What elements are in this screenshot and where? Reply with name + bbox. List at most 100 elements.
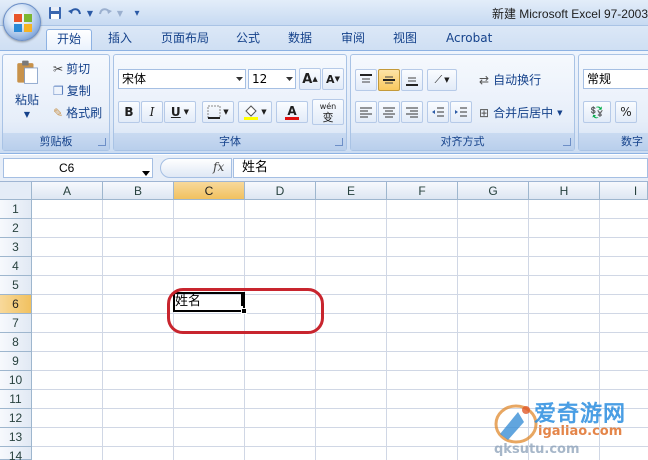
- align-right-icon: [406, 107, 418, 118]
- row-header-12[interactable]: 12: [0, 409, 32, 428]
- alignment-group-label: 对齐方式: [351, 133, 574, 150]
- row-header-8[interactable]: 8: [0, 333, 32, 352]
- fx-icon[interactable]: fx: [213, 160, 224, 174]
- font-name-dropdown-icon[interactable]: [233, 70, 245, 88]
- format-painter-button[interactable]: ✎ 格式刷: [53, 104, 102, 121]
- paste-dropdown-icon[interactable]: ▼: [24, 110, 30, 119]
- font-name-combo[interactable]: 宋体: [118, 69, 246, 89]
- orientation-dropdown-icon: ▼: [444, 76, 450, 84]
- grow-font-button[interactable]: A ▲: [299, 68, 321, 90]
- row-header-1[interactable]: 1: [0, 200, 32, 219]
- column-header-c[interactable]: C: [174, 182, 245, 200]
- align-top-button[interactable]: [355, 69, 377, 91]
- align-left-icon: [360, 107, 372, 118]
- italic-button[interactable]: I: [141, 101, 163, 123]
- redo-dropdown-icon[interactable]: ▼: [116, 4, 124, 22]
- clipboard-group: 粘贴 ▼ ✂ 剪切 ❐ 复制 ✎ 格式刷 剪贴板: [2, 54, 110, 151]
- row-header-11[interactable]: 11: [0, 390, 32, 409]
- fill-color-dropdown-icon: ▼: [261, 108, 267, 116]
- tab-view[interactable]: 视图: [383, 29, 427, 50]
- phonetic-button[interactable]: wén 变: [312, 99, 344, 125]
- number-group-label: 数字: [579, 133, 648, 150]
- select-all-corner[interactable]: [0, 182, 32, 200]
- accounting-format-button[interactable]: 💱: [583, 101, 611, 123]
- row-header-2[interactable]: 2: [0, 219, 32, 238]
- row-header-9[interactable]: 9: [0, 352, 32, 371]
- decrease-indent-button[interactable]: [427, 101, 449, 123]
- save-icon[interactable]: [46, 4, 64, 22]
- increase-indent-button[interactable]: [450, 101, 472, 123]
- number-format-value: 常规: [587, 72, 612, 86]
- office-button[interactable]: [3, 3, 41, 41]
- underline-button[interactable]: U ▼: [164, 101, 196, 123]
- wrap-text-label: 自动换行: [493, 73, 542, 87]
- tab-formulas[interactable]: 公式: [226, 29, 270, 50]
- wrap-text-button[interactable]: ⇄ 自动换行: [479, 71, 541, 88]
- redo-icon[interactable]: [94, 4, 116, 22]
- font-group: 宋体 12 A ▲ A ▼ B I U ▼ ▼ ▼ A wén 变 字体: [113, 54, 347, 151]
- orientation-button[interactable]: ⟋ ▼: [427, 69, 457, 91]
- fill-color-button[interactable]: ▼: [238, 101, 272, 123]
- font-color-swatch: [285, 116, 299, 120]
- merge-center-dropdown-icon[interactable]: ▼: [557, 109, 562, 117]
- row-header-14[interactable]: 14: [0, 447, 32, 460]
- row-header-3[interactable]: 3: [0, 238, 32, 257]
- align-center-icon: [383, 107, 395, 118]
- clipboard-launcher-icon[interactable]: [98, 138, 106, 146]
- row-header-13[interactable]: 13: [0, 428, 32, 447]
- column-header-e[interactable]: E: [316, 182, 387, 200]
- column-header-b[interactable]: B: [103, 182, 174, 200]
- merge-center-label: 合并后居中: [493, 106, 554, 120]
- font-size-combo[interactable]: 12: [248, 69, 296, 89]
- copy-button[interactable]: ❐ 复制: [53, 82, 91, 99]
- align-bottom-button[interactable]: [401, 69, 423, 91]
- paste-button[interactable]: 粘贴 ▼: [7, 59, 47, 119]
- row-header-4[interactable]: 4: [0, 257, 32, 276]
- font-color-button[interactable]: A: [276, 101, 308, 123]
- undo-icon[interactable]: [64, 4, 86, 22]
- align-left-button[interactable]: [355, 101, 377, 123]
- row-header-6[interactable]: 6: [0, 295, 32, 314]
- font-launcher-icon[interactable]: [335, 138, 343, 146]
- ribbon-tabs: 开始 插入 页面布局 公式 数据 审阅 视图 Acrobat: [0, 26, 648, 50]
- column-header-a[interactable]: A: [32, 182, 103, 200]
- row-header-7[interactable]: 7: [0, 314, 32, 333]
- quick-access-toolbar: ▼ ▼ ▾: [46, 4, 144, 22]
- underline-dropdown-icon: ▼: [183, 108, 190, 116]
- row-header-10[interactable]: 10: [0, 371, 32, 390]
- tab-acrobat[interactable]: Acrobat: [436, 29, 502, 50]
- tab-home[interactable]: 开始: [46, 29, 93, 50]
- orientation-icon: ⟋: [434, 73, 443, 86]
- scissors-icon: ✂: [53, 61, 64, 76]
- alignment-launcher-icon[interactable]: [563, 138, 571, 146]
- tab-insert[interactable]: 插入: [98, 29, 142, 50]
- align-center-button[interactable]: [378, 101, 400, 123]
- alignment-group: ⟋ ▼ ⇄ 自动换行 ⊞ 合并后居中 ▼ 对齐方式: [350, 54, 575, 151]
- column-header-d[interactable]: D: [245, 182, 316, 200]
- column-header-f[interactable]: F: [387, 182, 458, 200]
- percent-style-button[interactable]: %: [615, 101, 637, 123]
- formula-input[interactable]: 姓名: [233, 158, 648, 178]
- font-size-dropdown-icon[interactable]: [283, 70, 295, 88]
- cut-button[interactable]: ✂ 剪切: [53, 60, 90, 77]
- merge-center-button[interactable]: ⊞ 合并后居中 ▼: [479, 104, 562, 121]
- row-header-5[interactable]: 5: [0, 276, 32, 295]
- name-box[interactable]: C6: [3, 158, 153, 178]
- name-box-dropdown-icon[interactable]: [142, 163, 150, 181]
- align-right-button[interactable]: [401, 101, 423, 123]
- column-header-g[interactable]: G: [458, 182, 529, 200]
- tab-review[interactable]: 审阅: [331, 29, 375, 50]
- align-bottom-icon: [406, 77, 418, 86]
- column-header-i[interactable]: I: [600, 182, 648, 200]
- number-format-combo[interactable]: 常规: [583, 69, 648, 89]
- fill-bucket-icon: [244, 105, 259, 120]
- borders-button[interactable]: ▼: [202, 101, 234, 123]
- tab-page-layout[interactable]: 页面布局: [151, 29, 219, 50]
- align-middle-button[interactable]: [378, 69, 400, 91]
- column-header-h[interactable]: H: [529, 182, 600, 200]
- tab-data[interactable]: 数据: [278, 29, 322, 50]
- undo-dropdown-icon[interactable]: ▼: [86, 4, 94, 22]
- shrink-font-button[interactable]: A ▼: [322, 68, 344, 90]
- customize-qat-icon[interactable]: ▾: [130, 4, 144, 22]
- bold-button[interactable]: B: [118, 101, 140, 123]
